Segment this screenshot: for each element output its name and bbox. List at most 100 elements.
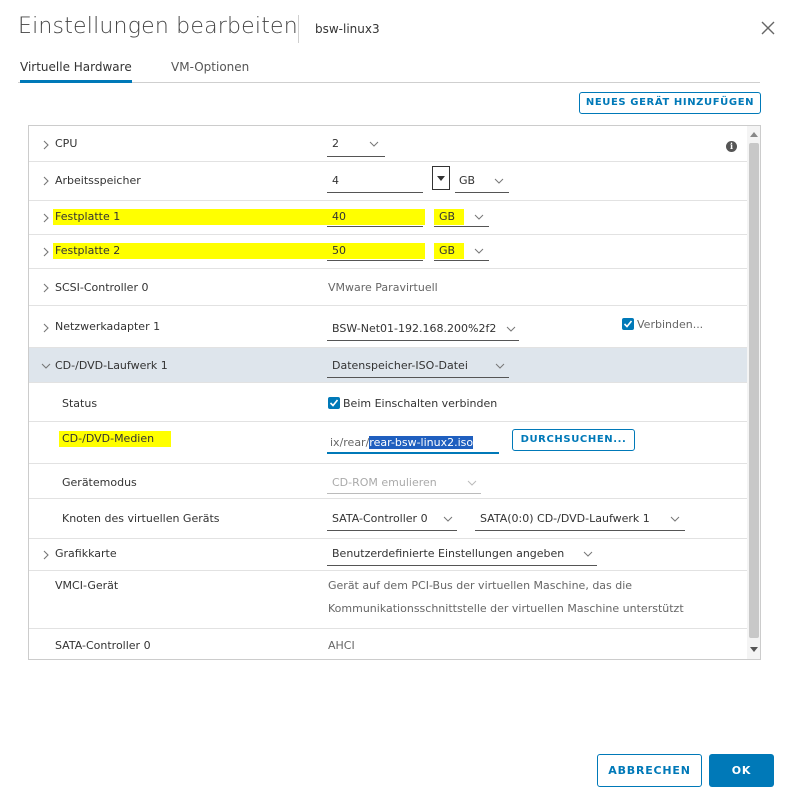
vm-name: bsw-linux3 — [315, 22, 380, 36]
media-path-prefix: ix/rear/ — [330, 436, 370, 449]
row-device-node: Knoten des virtuellen Geräts SATA-Contro… — [29, 499, 747, 539]
graphics-value-select[interactable]: Benutzerdefinierte Einstellungen angeben — [332, 547, 564, 560]
sata-value: AHCI — [328, 639, 355, 652]
memory-value-input[interactable]: 4 — [332, 174, 339, 187]
cancel-button[interactable]: ABBRECHEN — [597, 754, 702, 787]
status-label: Status — [62, 397, 98, 410]
memory-underline — [327, 192, 423, 193]
node-label: Knoten des virtuellen Geräts — [62, 512, 220, 525]
chevron-right-icon[interactable] — [41, 323, 51, 333]
node-controller-select[interactable]: SATA-Controller 0 — [332, 512, 428, 525]
ok-button[interactable]: OK — [709, 754, 774, 787]
row-device-mode: Gerätemodus CD-ROM emulieren — [29, 464, 747, 499]
chevron-down-icon[interactable] — [467, 480, 477, 486]
row-disk-1: Festplatte 1 40 GB — [29, 201, 747, 235]
disk1-unit-select[interactable]: GB — [439, 210, 455, 223]
chevron-down-icon[interactable] — [495, 363, 505, 369]
memory-label: Arbeitsspeicher — [55, 174, 141, 187]
disk2-unit-underline — [434, 260, 489, 261]
row-sata-controller: SATA-Controller 0 AHCI — [29, 629, 747, 659]
cddvd-value-select[interactable]: Datenspeicher-ISO-Datei — [332, 359, 468, 372]
network-underline — [327, 340, 519, 341]
connect-label: Verbinden... — [637, 318, 704, 331]
row-status: Status Beim Einschalten verbinden — [29, 383, 747, 422]
chevron-down-icon[interactable] — [670, 516, 680, 522]
vmci-description-line1: Gerät auf dem PCI-Bus der virtuellen Mas… — [328, 579, 633, 592]
close-icon[interactable] — [758, 18, 778, 38]
chevron-down-icon[interactable] — [443, 516, 453, 522]
disk2-label: Festplatte 2 — [55, 244, 121, 257]
row-cpu: CPU 2 i — [29, 126, 747, 162]
tab-vm-options[interactable]: VM-Optionen — [171, 60, 249, 83]
chevron-down-icon[interactable] — [583, 551, 593, 557]
graphics-underline — [327, 565, 597, 566]
memory-unit-underline — [455, 192, 509, 193]
connect-checkbox[interactable] — [622, 318, 634, 330]
row-cd-dvd-drive: CD-/DVD-Laufwerk 1 Datenspeicher-ISO-Dat… — [29, 348, 747, 383]
row-network-adapter: Netzwerkadapter 1 BSW-Net01-192.168.200%… — [29, 306, 747, 348]
device-mode-select[interactable]: CD-ROM emulieren — [332, 476, 437, 489]
media-path-underline — [327, 452, 499, 454]
tab-virtual-hardware[interactable]: Virtuelle Hardware — [20, 60, 132, 83]
node-controller-underline — [327, 530, 457, 531]
disk2-underline — [327, 260, 423, 261]
device-mode-underline — [327, 493, 481, 494]
dialog-title: Einstellungen bearbeiten — [18, 14, 298, 39]
row-memory: Arbeitsspeicher 4 GB — [29, 162, 747, 201]
vmci-description-line2: Kommunikationsschnittstelle der virtuell… — [328, 602, 684, 615]
cpu-label: CPU — [55, 137, 78, 150]
disk2-unit-select[interactable]: GB — [439, 244, 455, 257]
chevron-right-icon[interactable] — [41, 213, 51, 223]
row-cd-dvd-media: CD-/DVD-Medien ix/rear/rear-bsw-linux2.i… — [29, 422, 747, 464]
scrollbar-thumb[interactable] — [749, 143, 759, 638]
scsi-label: SCSI-Controller 0 — [55, 281, 149, 294]
row-vmci-device: VMCI-Gerät Gerät auf dem PCI-Bus der vir… — [29, 571, 747, 629]
sata-label: SATA-Controller 0 — [55, 639, 151, 652]
cddvd-underline — [327, 377, 509, 378]
chevron-down-icon[interactable] — [494, 178, 504, 184]
checkmark-icon — [623, 320, 633, 328]
vmci-label: VMCI-Gerät — [55, 579, 119, 592]
cpu-value-select[interactable]: 2 — [332, 137, 339, 150]
caret-down-icon — [437, 176, 445, 181]
chevron-down-icon[interactable] — [41, 361, 51, 371]
media-label: CD-/DVD-Medien — [62, 432, 155, 445]
disk1-label: Festplatte 1 — [55, 210, 121, 223]
browse-button[interactable]: DURCHSUCHEN... — [512, 429, 635, 451]
disk1-underline — [327, 226, 423, 227]
status-checkbox[interactable] — [328, 397, 340, 409]
hardware-table: CPU 2 i Arbeitsspeicher 4 GB Festplatte … — [28, 125, 761, 660]
row-scsi-controller: SCSI-Controller 0 VMware Paravirtuell — [29, 269, 747, 306]
network-value-select[interactable]: BSW-Net01-192.168.200%2f2 — [332, 322, 496, 335]
memory-stepper-button[interactable] — [432, 166, 450, 190]
row-disk-2: Festplatte 2 50 GB — [29, 235, 747, 269]
memory-unit-select[interactable]: GB — [459, 174, 475, 187]
network-label: Netzwerkadapter 1 — [55, 320, 161, 333]
chevron-right-icon[interactable] — [41, 283, 51, 293]
disk1-value-input[interactable]: 40 — [332, 210, 346, 223]
device-mode-label: Gerätemodus — [62, 476, 137, 489]
cddvd-label: CD-/DVD-Laufwerk 1 — [55, 359, 168, 372]
chevron-right-icon[interactable] — [41, 176, 51, 186]
row-graphics-card: Grafikkarte Benutzerdefinierte Einstellu… — [29, 539, 747, 571]
disk1-unit-underline — [434, 226, 489, 227]
chevron-down-icon[interactable] — [474, 248, 484, 254]
media-path-selected: rear-bsw-linux2.iso — [369, 436, 474, 449]
add-new-device-button[interactable]: NEUES GERÄT HINZUFÜGEN — [579, 92, 761, 114]
media-path-input[interactable]: ix/rear/rear-bsw-linux2.iso — [330, 436, 474, 449]
tab-bar: Virtuelle Hardware VM-Optionen — [18, 60, 760, 83]
chevron-down-icon[interactable] — [506, 326, 516, 332]
chevron-down-icon[interactable] — [474, 214, 484, 220]
chevron-right-icon[interactable] — [41, 550, 51, 560]
scroll-down-icon[interactable] — [750, 647, 758, 653]
chevron-right-icon[interactable] — [41, 247, 51, 257]
node-slot-select[interactable]: SATA(0:0) CD-/DVD-Laufwerk 1 — [480, 512, 650, 525]
checkmark-icon — [329, 399, 339, 407]
chevron-right-icon[interactable] — [41, 140, 51, 150]
disk2-value-input[interactable]: 50 — [332, 244, 346, 257]
chevron-down-icon[interactable] — [369, 141, 379, 147]
status-value: Beim Einschalten verbinden — [343, 397, 498, 410]
node-slot-underline — [475, 530, 685, 531]
scroll-up-icon[interactable] — [750, 131, 758, 137]
info-icon[interactable]: i — [726, 141, 737, 152]
